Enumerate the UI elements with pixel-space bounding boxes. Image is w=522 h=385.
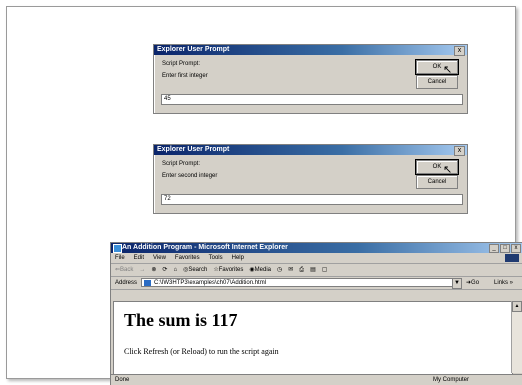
search-label: Search (188, 267, 208, 273)
menu-help[interactable]: Help (232, 253, 244, 263)
address-input[interactable]: C:\IW3HTP3\examples\ch07\Addition.html (141, 278, 456, 287)
mail-icon[interactable]: ✉ (288, 264, 293, 276)
standard-toolbar: ⇐Back → ⊗ ⟳ ⌂ ◎Search ☆Favorites ◉Media … (111, 264, 522, 277)
forward-button[interactable]: → (139, 264, 145, 276)
address-bar: Address C:\IW3HTP3\examples\ch07\Additio… (111, 277, 522, 290)
page-content: The sum is 117 Click Refresh (or Reload)… (113, 301, 513, 375)
menu-bar: File Edit View Favorites Tools Help (111, 253, 522, 264)
status-bar: Done My Computer (111, 374, 522, 385)
close-icon[interactable]: x (511, 244, 521, 253)
menu-tools[interactable]: Tools (209, 253, 223, 263)
ie-title-bar: An Addition Program - Microsoft Internet… (111, 243, 522, 253)
back-button[interactable]: ⇐Back (115, 264, 133, 276)
windows-logo-icon (505, 254, 519, 262)
address-dropdown-icon[interactable]: ▼ (452, 278, 462, 289)
mouse-pointer-icon: ↖ (443, 64, 453, 76)
links-button[interactable]: Links » (494, 277, 513, 289)
edit-icon[interactable]: ▤ (310, 264, 316, 276)
refresh-icon[interactable]: ⟳ (162, 264, 167, 276)
search-button[interactable]: ◎Search (183, 264, 207, 276)
mouse-pointer-icon: ↖ (443, 164, 453, 176)
maximize-icon[interactable]: □ (500, 244, 510, 253)
media-label: Media (254, 267, 271, 273)
cancel-button[interactable]: Cancel (416, 75, 458, 89)
prompt-input[interactable]: 45 (161, 94, 463, 105)
print-icon[interactable]: ⎙ (299, 264, 304, 276)
cancel-button[interactable]: Cancel (416, 175, 458, 189)
address-value: C:\IW3HTP3\examples\ch07\Addition.html (154, 280, 267, 286)
ie-title: An Addition Program - Microsoft Internet… (122, 244, 288, 251)
prompt-dialog-2: Explorer User Prompt x Script Prompt: En… (153, 144, 468, 214)
history-icon[interactable]: ◷ (277, 264, 282, 276)
stop-icon[interactable]: ⊗ (151, 264, 156, 276)
dialog-title: Explorer User Prompt (154, 145, 467, 155)
close-icon[interactable]: x (454, 146, 465, 156)
go-label: Go (471, 280, 480, 286)
menu-favorites[interactable]: Favorites (175, 253, 200, 263)
menu-view[interactable]: View (153, 253, 166, 263)
menu-file[interactable]: File (115, 253, 125, 263)
address-label: Address (115, 280, 138, 286)
prompt-message: Enter second integer (162, 173, 218, 179)
prompt-label: Script Prompt: (162, 161, 201, 167)
ie-window: An Addition Program - Microsoft Internet… (110, 242, 522, 385)
go-button[interactable]: ➜Go (466, 277, 479, 289)
minimize-icon[interactable]: _ (489, 244, 499, 253)
home-icon[interactable]: ⌂ (173, 264, 177, 276)
prompt-dialog-1: Explorer User Prompt x Script Prompt: En… (153, 44, 468, 114)
vertical-scrollbar[interactable]: ▲ (511, 301, 522, 373)
refresh-instruction: Click Refresh (or Reload) to run the scr… (124, 347, 279, 356)
close-icon[interactable]: x (454, 46, 465, 56)
favorites-label: Favorites (218, 267, 244, 273)
media-button[interactable]: ◉Media (249, 264, 271, 276)
scroll-up-icon[interactable]: ▲ (512, 301, 522, 312)
prompt-input[interactable]: 72 (161, 194, 463, 205)
sum-heading: The sum is 117 (124, 310, 238, 330)
prompt-message: Enter first integer (162, 73, 208, 79)
discuss-icon[interactable]: ▢ (322, 264, 328, 276)
favorites-button[interactable]: ☆Favorites (213, 264, 243, 276)
status-zone: My Computer (433, 377, 470, 383)
ie-icon (113, 244, 122, 253)
prompt-label: Script Prompt: (162, 61, 201, 67)
dialog-title: Explorer User Prompt (154, 45, 467, 55)
menu-edit[interactable]: Edit (134, 253, 144, 263)
status-done: Done (115, 377, 130, 383)
page-icon (144, 280, 151, 286)
